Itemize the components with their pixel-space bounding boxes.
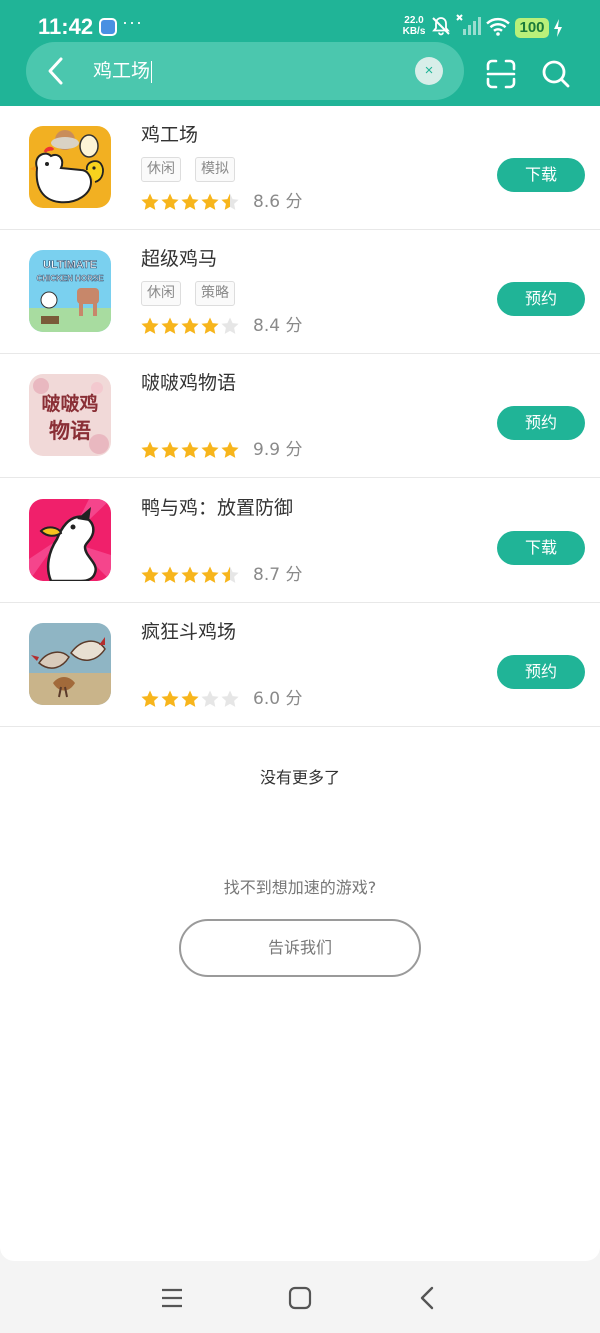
status-time: 11:42 [38, 14, 94, 39]
search-icon[interactable] [541, 59, 571, 89]
star-icon [201, 566, 219, 583]
star-icon [201, 690, 219, 707]
star-icon [161, 193, 179, 210]
star-icon [161, 566, 179, 583]
home-icon[interactable] [286, 1284, 314, 1312]
signal-off-icon [456, 14, 481, 35]
menu-icon[interactable] [158, 1284, 186, 1312]
star-icon [181, 317, 199, 334]
game-icon-crazy-cockfight [29, 623, 111, 705]
tell-us-button[interactable]: 告诉我们 [179, 919, 421, 977]
charging-bolt-icon [554, 19, 562, 37]
star-icon [221, 441, 239, 458]
game-title: 鸭与鸡：放置防御 [141, 497, 294, 519]
rating-score: 8.4 分 [253, 316, 303, 336]
star-icon [141, 690, 159, 707]
bell-muted-icon [432, 17, 450, 36]
wifi-icon [486, 17, 510, 36]
star-icon [221, 317, 239, 334]
tag: 休闲 [141, 157, 181, 182]
list-item[interactable]: 疯狂斗鸡场 6.0 分 预约 [0, 603, 600, 727]
icon-logo-text: CHICKEN HORSE [36, 274, 104, 283]
star-icon [221, 193, 239, 210]
reserve-button[interactable]: 预约 [497, 655, 585, 689]
cant-find-prompt: 找不到想加速的游戏? [223, 878, 377, 897]
star-icon [161, 690, 179, 707]
list-item[interactable]: 鸡工场 休闲 模拟 8.6 分 下载 [0, 106, 600, 230]
search-bar[interactable] [26, 42, 464, 100]
list-item[interactable]: 鸭与鸡：放置防御 8.7 分 下载 [0, 479, 600, 603]
star-icon [161, 317, 179, 334]
game-icon-duck-and-chicken [29, 499, 111, 581]
star-icon [221, 566, 239, 583]
download-button[interactable]: 下载 [497, 531, 585, 565]
battery-level: 100 [515, 18, 549, 38]
star-rating [140, 440, 240, 460]
star-icon [201, 441, 219, 458]
reserve-button[interactable]: 预约 [497, 406, 585, 440]
rating-score: 8.6 分 [253, 192, 303, 212]
star-icon [141, 317, 159, 334]
back-icon[interactable] [414, 1284, 442, 1312]
game-icon-chicken-factory [29, 126, 111, 208]
star-rating [140, 689, 240, 709]
icon-logo-text: ULTIMATE [43, 259, 97, 271]
system-nav-bar [0, 1262, 600, 1333]
reserve-button[interactable]: 预约 [497, 282, 585, 316]
tag: 休闲 [141, 281, 181, 306]
star-icon [181, 441, 199, 458]
star-icon [221, 690, 239, 707]
star-rating [140, 192, 240, 212]
rating-score: 6.0 分 [253, 689, 303, 709]
star-icon [161, 441, 179, 458]
tag: 模拟 [195, 157, 235, 182]
star-icon [141, 441, 159, 458]
game-title: 鸡工场 [141, 124, 199, 146]
icon-logo-text: 物语 [49, 419, 91, 443]
star-icon [201, 193, 219, 210]
scan-icon[interactable] [486, 59, 516, 89]
game-title: 超级鸡马 [141, 248, 218, 270]
clear-search-button[interactable]: × [415, 57, 443, 85]
star-icon [201, 317, 219, 334]
game-icon-ultimate-chicken-horse: ULTIMATE CHICKEN HORSE [29, 250, 111, 332]
star-icon [181, 566, 199, 583]
star-icon [181, 690, 199, 707]
star-icon [141, 193, 159, 210]
rating-score: 8.7 分 [253, 565, 303, 585]
star-icon [141, 566, 159, 583]
star-rating [140, 565, 240, 585]
back-arrow-icon[interactable] [42, 54, 72, 88]
game-title: 疯狂斗鸡场 [141, 621, 237, 643]
rating-score: 9.9 分 [253, 440, 303, 460]
tag: 策略 [195, 281, 235, 306]
download-button[interactable]: 下载 [497, 158, 585, 192]
network-speed: 22.0 KB/s [400, 15, 428, 37]
tag-list: 休闲 策略 [141, 281, 249, 306]
network-speed-value: 22.0 [404, 15, 424, 26]
header: 11:42 ··· 22.0 KB/s 100 鸡工场 × [0, 0, 600, 106]
more-notifications-icon: ··· [122, 12, 143, 32]
game-icon-bobo-chicken-story: 啵啵鸡 物语 [29, 374, 111, 456]
star-rating [140, 316, 240, 336]
search-results: 鸡工场 休闲 模拟 8.6 分 下载 ULTIMATE CHICKEN HORSE… [0, 106, 600, 1261]
search-query: 鸡工场 [93, 60, 151, 82]
list-item[interactable]: 啵啵鸡 物语 啵啵鸡物语 9.9 分 预约 [0, 354, 600, 478]
game-title: 啵啵鸡物语 [141, 372, 237, 394]
search-input[interactable]: 鸡工场 [93, 58, 153, 84]
end-of-list-text: 没有更多了 [259, 768, 340, 787]
status-bar: 11:42 ··· 22.0 KB/s 100 [0, 0, 600, 40]
star-icon [181, 193, 199, 210]
list-item[interactable]: ULTIMATE CHICKEN HORSE 超级鸡马 休闲 策略 8.4 分 预… [0, 230, 600, 354]
icon-logo-text: 啵啵鸡 [41, 392, 98, 415]
notification-app-icon [99, 18, 117, 36]
network-speed-unit: KB/s [402, 26, 426, 37]
text-cursor [151, 60, 153, 83]
tag-list: 休闲 模拟 [141, 157, 249, 182]
